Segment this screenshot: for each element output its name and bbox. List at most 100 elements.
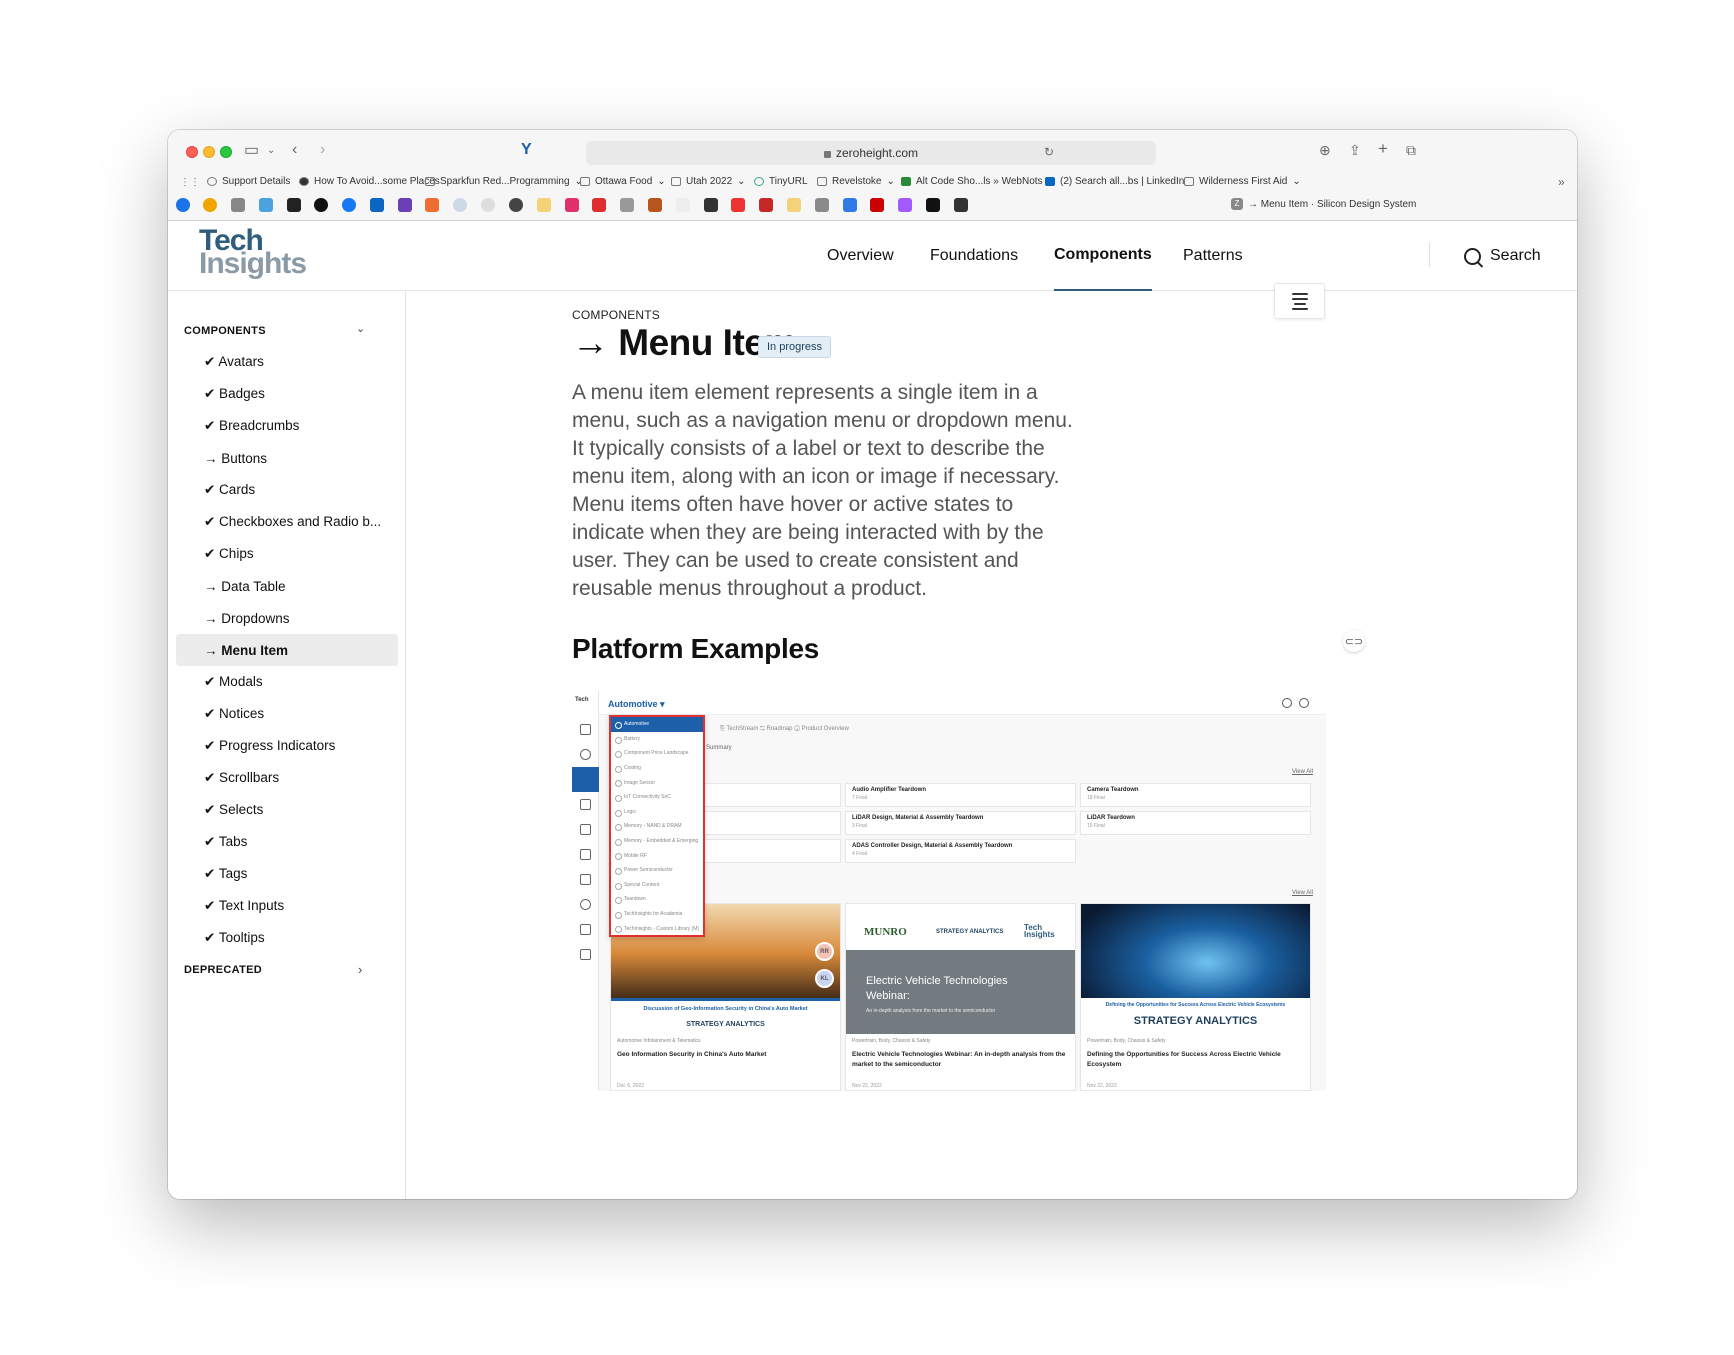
tab-overview-icon[interactable]: ⧉ <box>1406 142 1416 158</box>
nav-patterns[interactable]: Patterns <box>1183 221 1243 291</box>
favorite-icon[interactable] <box>620 198 634 212</box>
info-icon[interactable] <box>453 198 467 212</box>
chevron-down-icon[interactable]: ⌄ <box>356 322 365 335</box>
sidebar-item[interactable]: ✔ Text Inputs <box>176 890 398 922</box>
bookmark-folder[interactable]: Wilderness First Aid ⌄ <box>1184 176 1301 187</box>
favorite-icon[interactable] <box>592 198 606 212</box>
avatar: KL <box>815 969 834 988</box>
sidebar-item[interactable]: ✔ Breadcrumbs <box>176 410 398 442</box>
favorite-icon[interactable] <box>870 198 884 212</box>
favorite-icon[interactable] <box>398 198 412 212</box>
sidebar: COMPONENTS ⌄ ✔ Avatars ✔ Badges ✔ Breadcru… <box>168 292 406 1199</box>
example-row-card <box>704 839 841 863</box>
site-header: Tech Insights Overview Foundations Compo… <box>168 221 1577 291</box>
bookmark-folder[interactable]: Ottawa Food ⌄ <box>580 176 666 187</box>
facebook-icon[interactable] <box>342 198 356 212</box>
sidebar-item[interactable]: ✔ Tags <box>176 858 398 890</box>
user-icon <box>1299 698 1309 708</box>
bookmark[interactable]: TinyURL <box>754 176 808 187</box>
favorite-icon[interactable] <box>815 198 829 212</box>
share-icon[interactable]: ⇪ <box>1349 142 1361 158</box>
sidebar-item[interactable]: → Dropdowns <box>176 602 398 634</box>
favorite-icon[interactable] <box>509 198 523 212</box>
favorite-icon[interactable] <box>787 198 801 212</box>
sidebar-item[interactable]: ✔ Avatars <box>176 346 398 378</box>
nav-overview[interactable]: Overview <box>827 221 894 291</box>
example-row-card: ADAS Controller Design, Material & Assem… <box>845 839 1076 863</box>
linkedin-icon[interactable] <box>370 198 384 212</box>
favorite-icon[interactable] <box>176 198 190 212</box>
bookmark[interactable]: Alt Code Sho...ls » WebNots <box>901 176 1043 187</box>
bookmark-folder[interactable]: Sparkfun Red...Programming ⌄ <box>425 176 583 187</box>
favorite-icon[interactable] <box>231 198 245 212</box>
forward-icon[interactable]: › <box>320 142 325 158</box>
sidebar-item[interactable]: ✔ Checkboxes and Radio b... <box>176 506 398 538</box>
techinsights-logo[interactable]: Tech Insights <box>199 226 307 279</box>
downloads-icon[interactable]: ⊕ <box>1319 142 1331 158</box>
example-row-card: Camera Teardown 18 Final <box>1080 783 1311 807</box>
new-tab-icon[interactable]: + <box>1378 140 1388 157</box>
sidebar-section-components[interactable]: COMPONENTS <box>184 325 266 337</box>
sidebar-item[interactable]: ✔ Notices <box>176 698 398 730</box>
back-icon[interactable]: ‹ <box>292 142 297 158</box>
close-window-button[interactable] <box>186 146 198 158</box>
favorite-icon[interactable] <box>481 198 495 212</box>
example-dropdown-item: Power Semiconductor <box>611 863 703 878</box>
page-description: A menu item element represents a single … <box>572 381 1073 600</box>
bookmark-folder[interactable]: Utah 2022 ⌄ <box>671 176 746 187</box>
example-row-card: Audio Amplifier Teardown 7 Final <box>845 783 1076 807</box>
search-button[interactable]: Search <box>1464 221 1541 291</box>
bookmark[interactable]: How To Avoid...some Places <box>299 176 440 187</box>
nav-components[interactable]: Components <box>1054 221 1152 291</box>
favorite-icon[interactable] <box>704 198 718 212</box>
sidebar-toggle-icon[interactable]: ▭ <box>244 143 259 159</box>
sidebar-item[interactable]: ✔ Tabs <box>176 826 398 858</box>
favorite-icon[interactable] <box>259 198 273 212</box>
instagram-icon[interactable] <box>565 198 579 212</box>
sidebar-item[interactable]: → Data Table <box>176 570 398 602</box>
favorite-icon[interactable] <box>731 198 745 212</box>
favorite-icon[interactable] <box>954 198 968 212</box>
chevron-down-icon[interactable]: ⌄ <box>267 143 275 159</box>
breadcrumb[interactable]: COMPONENTS <box>572 308 660 322</box>
figma-icon[interactable] <box>898 198 912 212</box>
extension-icon[interactable]: Y <box>521 142 532 158</box>
grid-icon[interactable]: ⋮⋮ <box>180 175 200 191</box>
sidebar-item[interactable]: ✔ Badges <box>176 378 398 410</box>
sidebar-item[interactable]: ✔ Chips <box>176 538 398 570</box>
lock-icon <box>823 150 831 158</box>
more-bookmarks-icon[interactable]: » <box>1558 174 1565 190</box>
bookmark[interactable]: Support Details <box>207 176 290 187</box>
sidebar-item[interactable]: → Buttons <box>176 442 398 474</box>
address-bar[interactable]: zeroheight.com <box>586 141 1156 165</box>
reload-icon[interactable]: ↻ <box>1044 144 1054 160</box>
chevron-right-icon[interactable]: › <box>358 962 362 977</box>
bookmark-folder[interactable]: Revelstoke ⌄ <box>817 176 895 187</box>
nav-foundations[interactable]: Foundations <box>930 221 1018 291</box>
favorite-icon[interactable] <box>843 198 857 212</box>
sidebar-item[interactable]: ✔ Modals <box>176 666 398 698</box>
sidebar-item[interactable]: ✔ Scrollbars <box>176 762 398 794</box>
favorite-icon[interactable] <box>676 198 690 212</box>
zoom-window-button[interactable] <box>220 146 232 158</box>
sidebar-item[interactable]: ✔ Tooltips <box>176 922 398 954</box>
sidebar-item[interactable]: ✔ Progress Indicators <box>176 730 398 762</box>
search-icon <box>1464 247 1481 265</box>
link-icon[interactable]: ⊂⊃ <box>1343 630 1365 652</box>
favorite-icon[interactable] <box>314 198 328 212</box>
table-of-contents-button[interactable] <box>1274 283 1325 319</box>
favorite-icon[interactable] <box>648 198 662 212</box>
minimize-window-button[interactable] <box>203 146 215 158</box>
favorite-icon[interactable] <box>759 198 773 212</box>
favorite-icon[interactable] <box>425 198 439 212</box>
active-tab[interactable]: Z → Menu Item · Silicon Design System <box>1231 198 1416 210</box>
sidebar-item[interactable]: ✔ Selects <box>176 794 398 826</box>
favorite-icon[interactable] <box>537 198 551 212</box>
sidebar-section-deprecated[interactable]: DEPRECATED <box>184 964 262 976</box>
favorite-icon[interactable] <box>287 198 301 212</box>
favorite-icon[interactable] <box>203 198 217 212</box>
sidebar-item[interactable]: ✔ Cards <box>176 474 398 506</box>
sidebar-item[interactable]: → Menu Item <box>176 634 398 666</box>
bookmark[interactable]: (2) Search all...bs | LinkedIn <box>1045 176 1184 187</box>
favorite-icon[interactable] <box>926 198 940 212</box>
